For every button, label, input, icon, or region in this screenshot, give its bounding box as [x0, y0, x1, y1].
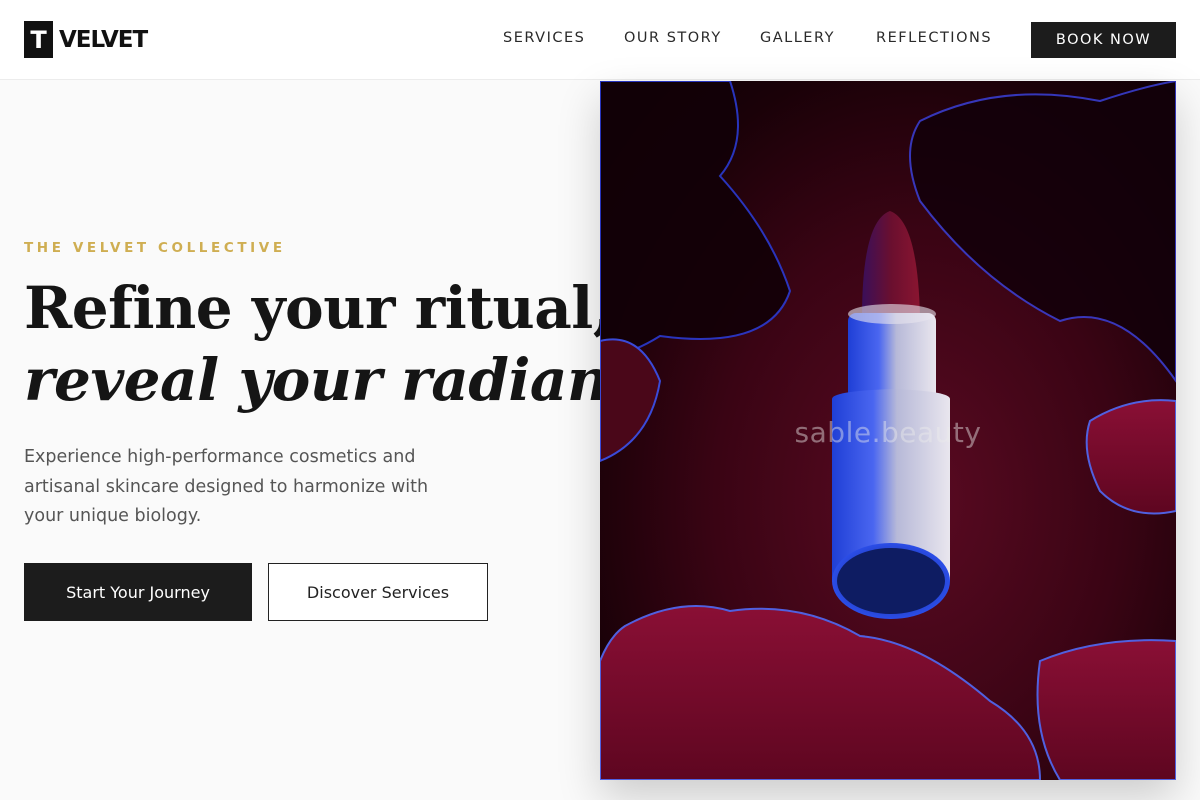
hero-eyebrow: THE VELVET COLLECTIVE — [24, 240, 286, 256]
start-journey-button[interactable]: Start Your Journey — [24, 563, 252, 621]
discover-services-button[interactable]: Discover Services — [268, 563, 488, 621]
hero-image-lipstick: sable.beauty — [600, 81, 1176, 780]
hero-description: Experience high-performance cosmetics an… — [24, 447, 429, 526]
nav-link-services[interactable]: SERVICES — [503, 30, 585, 46]
hero-headline-line1: Refine your ritual, — [24, 274, 613, 342]
logo-wordmark: VELVET — [59, 26, 148, 53]
logo-mark: T — [24, 21, 53, 58]
nav-link-gallery[interactable]: GALLERY — [760, 30, 835, 46]
book-now-button[interactable]: BOOK NOW — [1031, 22, 1176, 58]
logo[interactable]: T VELVET — [24, 21, 148, 58]
hero-headline-line2: reveal your radiance. — [24, 346, 700, 414]
image-watermark: sable.beauty — [794, 416, 982, 449]
site-header: T VELVET SERVICES OUR STORY GALLERY REFL… — [0, 0, 1200, 80]
nav-link-reflections[interactable]: REFLECTIONS — [876, 30, 992, 46]
hero-headline: Refine your ritual, reveal your radiance… — [24, 272, 700, 416]
nav-link-our-story[interactable]: OUR STORY — [624, 30, 722, 46]
